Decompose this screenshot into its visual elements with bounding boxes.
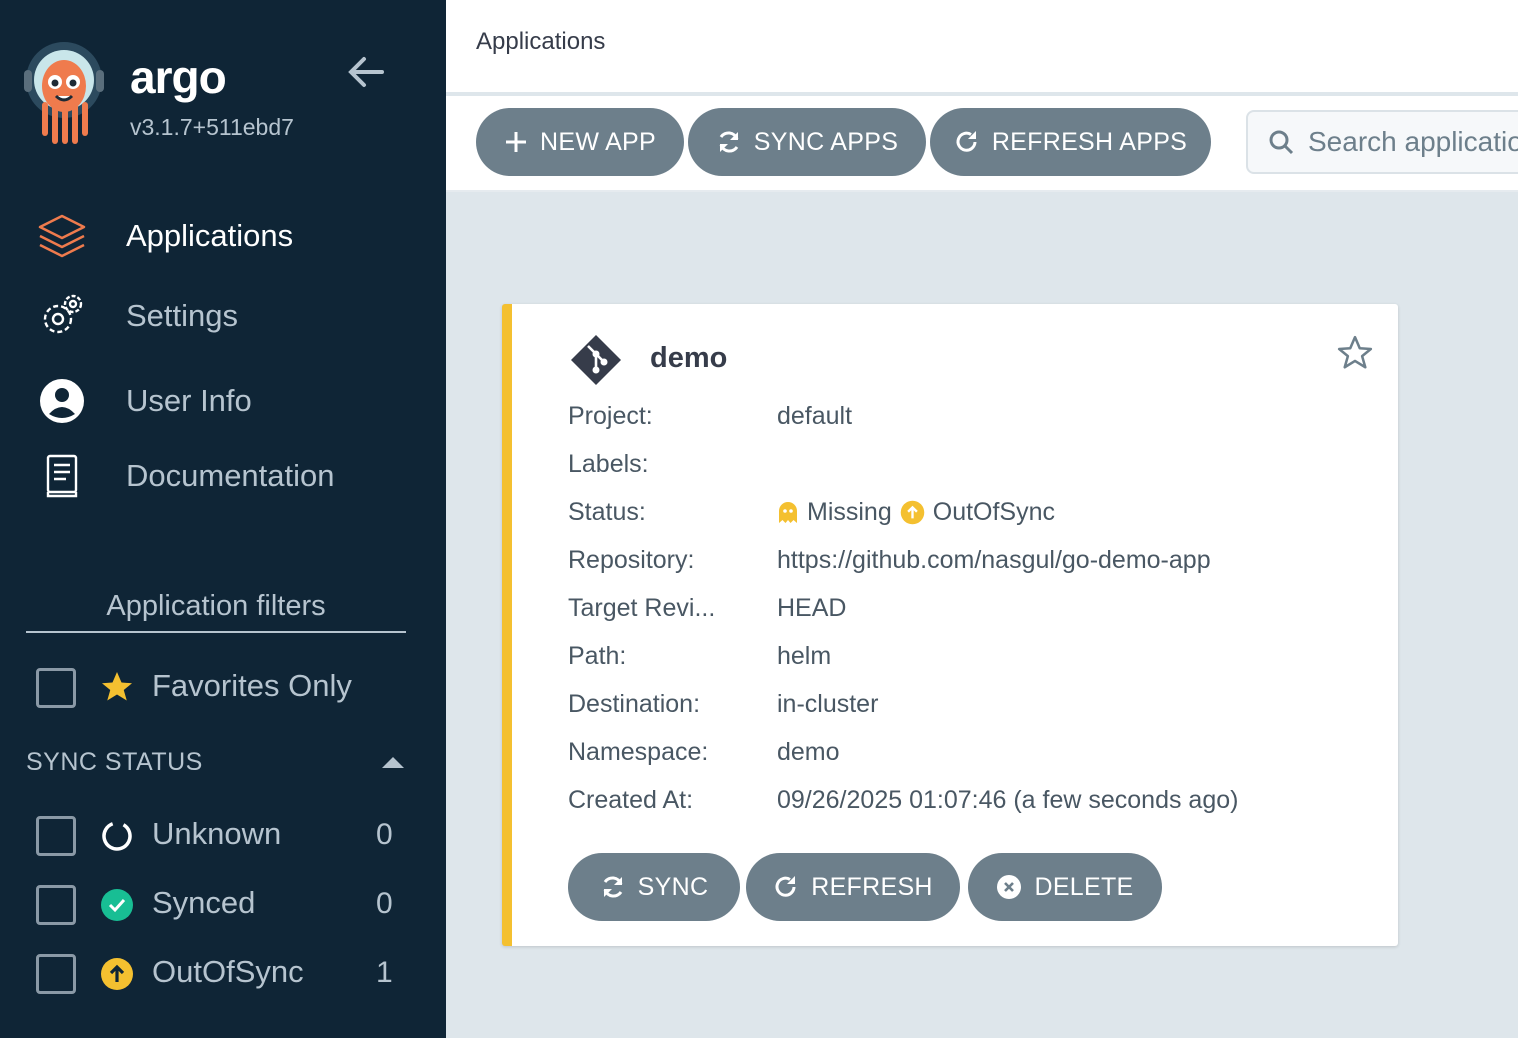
field-label: Project: xyxy=(568,402,653,430)
refresh-icon xyxy=(956,131,977,152)
brand-name: argo xyxy=(130,51,227,103)
field-value: default xyxy=(777,402,853,430)
toolbar: NEW APP SYNC APPS REFRESH APPS xyxy=(446,96,1518,192)
field-value: demo xyxy=(777,738,840,766)
search-box xyxy=(1246,110,1518,174)
favorites-label: Favorites Only xyxy=(152,668,352,703)
sync-status-title: SYNC STATUS xyxy=(26,748,203,776)
check-circle-icon xyxy=(101,889,133,921)
sync-apps-button[interactable]: SYNC APPS xyxy=(688,108,926,176)
field-value: helm xyxy=(777,642,832,670)
status-label: OutOfSync xyxy=(152,954,304,989)
top-bar: Applications xyxy=(446,0,1518,92)
sync-status: OutOfSync xyxy=(932,498,1056,526)
status-count: 0 xyxy=(376,818,393,851)
new-app-button[interactable]: NEW APP xyxy=(476,108,684,176)
search-input[interactable] xyxy=(1308,126,1518,158)
status-count: 0 xyxy=(376,887,393,920)
field-value: in-cluster xyxy=(777,690,879,718)
sync-icon xyxy=(603,876,623,898)
arrow-up-circle-icon xyxy=(900,500,925,525)
nav-label: Settings xyxy=(126,298,239,333)
search-icon xyxy=(1269,130,1294,155)
repository-link[interactable]: https://github.com/nasgul/go-demo-app xyxy=(777,546,1211,575)
refresh-apps-label: REFRESH APPS xyxy=(991,127,1188,156)
user-circle-icon xyxy=(36,375,88,427)
times-circle-icon xyxy=(997,875,1022,899)
sync-icon xyxy=(719,131,739,153)
layers-icon xyxy=(36,210,88,262)
field-value: HEAD xyxy=(777,594,847,622)
circle-notch-icon xyxy=(102,821,132,851)
refresh-icon xyxy=(775,876,796,897)
field-label: Created At: xyxy=(568,786,694,814)
plus-icon xyxy=(505,132,526,152)
sync-button[interactable]: SYNC xyxy=(568,853,740,921)
sync-apps-label: SYNC APPS xyxy=(753,127,899,156)
status-label: Unknown xyxy=(152,816,282,851)
field-label: Path: xyxy=(568,642,627,670)
caret-up-icon[interactable] xyxy=(380,754,406,770)
nav-label: Documentation xyxy=(126,458,335,493)
favorites-checkbox[interactable] xyxy=(36,668,76,708)
field-label: Target Revi... xyxy=(568,594,716,622)
nav-user-info[interactable]: User Info xyxy=(0,369,446,433)
nav-applications[interactable]: Applications xyxy=(0,204,446,268)
delete-button[interactable]: DELETE xyxy=(968,853,1162,921)
delete-label: DELETE xyxy=(1034,872,1134,901)
status-label: Synced xyxy=(152,885,256,920)
collapse-arrow-icon[interactable] xyxy=(346,52,386,92)
field-label: Repository: xyxy=(568,546,695,574)
outofsync-checkbox[interactable] xyxy=(36,954,76,994)
field-label: Namespace: xyxy=(568,738,709,766)
health-status: Missing xyxy=(807,498,892,526)
field-value: 09/26/2025 01:07:46 (a few seconds ago) xyxy=(777,786,1239,814)
argo-logo xyxy=(24,42,104,144)
synced-checkbox[interactable] xyxy=(36,885,76,925)
status-count: 1 xyxy=(376,956,393,989)
nav-label: User Info xyxy=(126,383,252,418)
nav-documentation[interactable]: Documentation xyxy=(0,444,446,508)
app-name[interactable]: demo xyxy=(650,342,727,375)
new-app-label: NEW APP xyxy=(539,127,657,156)
book-icon xyxy=(36,450,88,502)
ghost-icon xyxy=(779,501,797,523)
refresh-apps-button[interactable]: REFRESH APPS xyxy=(930,108,1211,176)
arrow-up-circle-icon xyxy=(101,958,133,990)
star-icon xyxy=(102,672,132,701)
sidebar: argo v3.1.7+511ebd7 Applications Setting… xyxy=(0,0,446,1038)
page-title: Applications xyxy=(476,28,606,55)
field-value: Missing OutOfSync xyxy=(777,498,1055,527)
refresh-button[interactable]: REFRESH xyxy=(746,853,960,921)
refresh-label: REFRESH xyxy=(811,872,933,901)
app-card[interactable]: demo Project: default Labels: Status: Mi… xyxy=(502,304,1398,946)
field-label: Destination: xyxy=(568,690,701,718)
field-label: Status: xyxy=(568,498,646,526)
sync-label: SYNC xyxy=(637,872,709,901)
git-icon xyxy=(571,335,621,385)
filters-title: Application filters xyxy=(26,590,406,633)
field-label: Labels: xyxy=(568,450,649,478)
version-label: v3.1.7+511ebd7 xyxy=(130,114,294,140)
nav-settings[interactable]: Settings xyxy=(0,284,446,348)
star-outline-icon[interactable] xyxy=(1336,334,1374,372)
unknown-checkbox[interactable] xyxy=(36,816,76,856)
nav-label: Applications xyxy=(126,218,294,253)
gears-icon xyxy=(36,290,88,342)
